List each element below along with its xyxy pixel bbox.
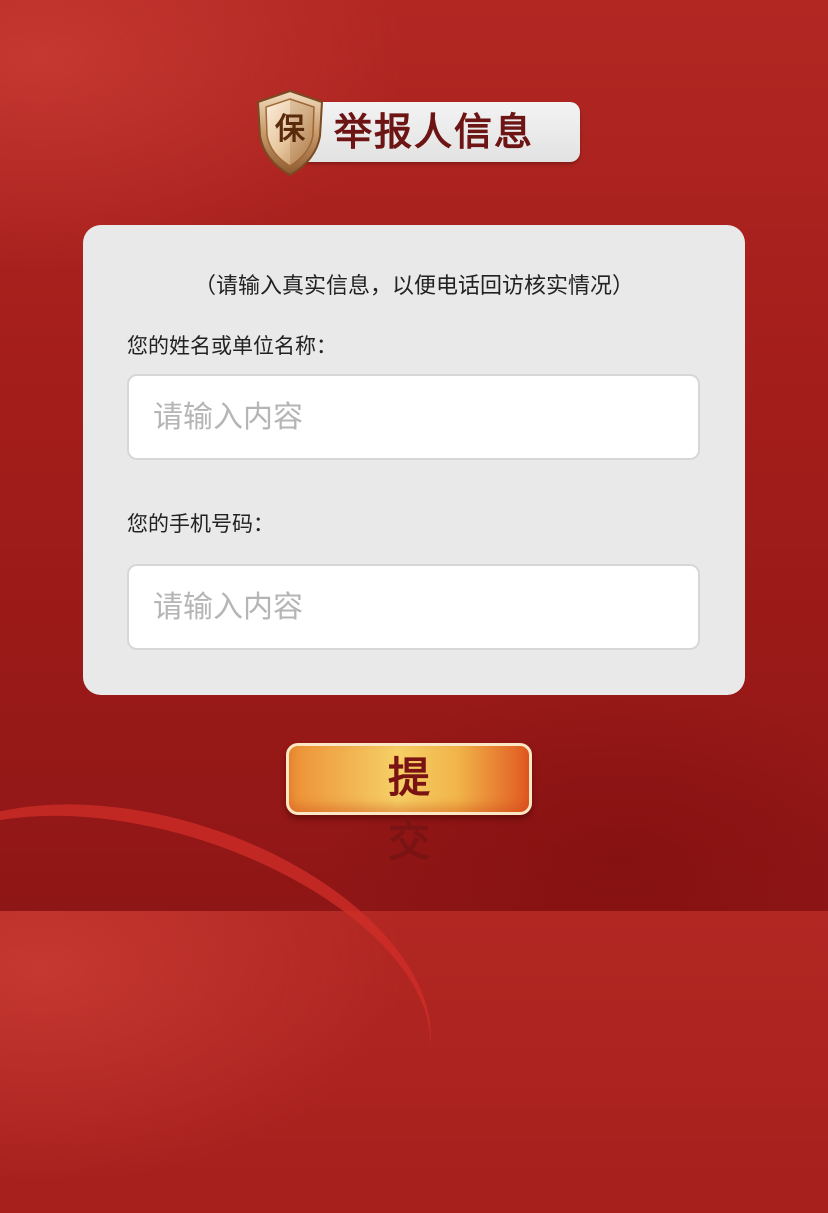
name-field-label: 您的姓名或单位名称： <box>127 334 337 358</box>
phone-field-box <box>127 564 700 650</box>
submit-button[interactable]: 提交 <box>286 743 532 866</box>
phone-field-label: 您的手机号码： <box>127 512 274 536</box>
shield-icon: 保 <box>252 88 328 178</box>
page-title: 举报人信息 <box>334 110 535 154</box>
name-input[interactable] <box>129 376 698 458</box>
page-title-badge: 举报人信息 保 <box>252 88 582 178</box>
name-field-box <box>127 374 700 460</box>
form-hint: （请输入真实信息，以便电话回访核实情况） <box>193 274 634 299</box>
phone-input[interactable] <box>129 566 698 648</box>
shield-badge-char: 保 <box>275 112 305 147</box>
reporter-info-card: （请输入真实信息，以便电话回访核实情况） 您的姓名或单位名称： 您的手机号码： <box>83 225 745 695</box>
submit-button-label: 提交 <box>387 753 486 866</box>
